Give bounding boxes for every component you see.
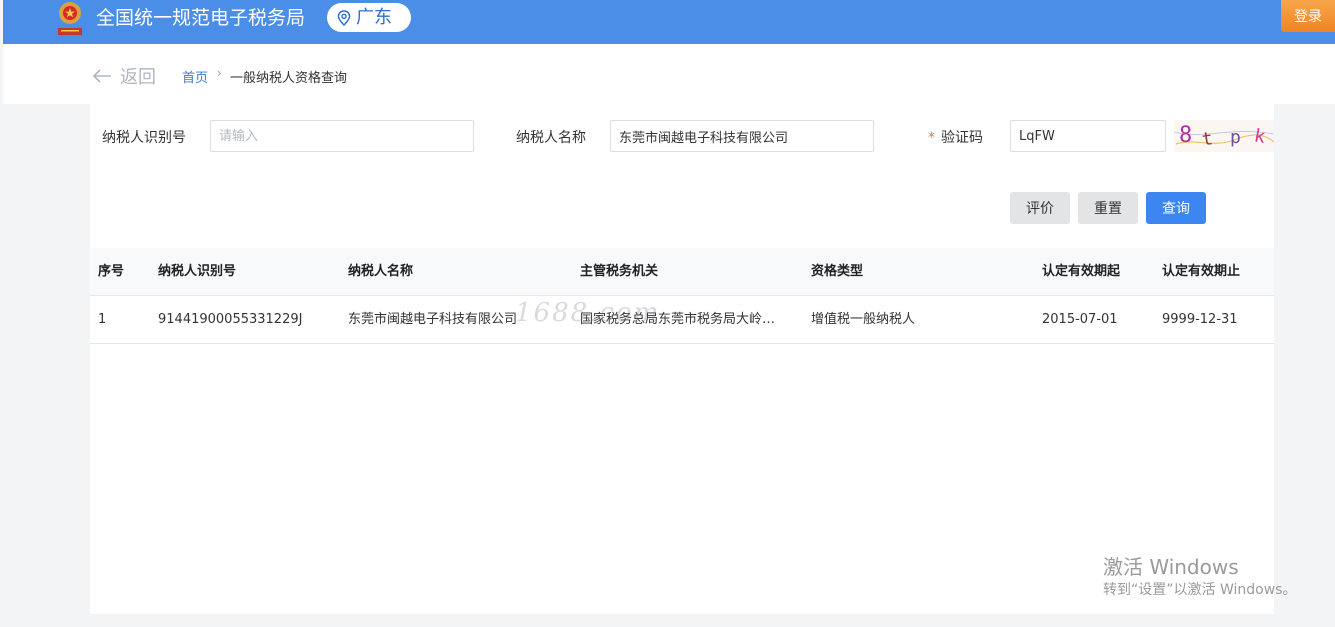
- cell-tax-authority: 国家税务总局东莞市税务局大岭…: [580, 312, 776, 327]
- breadcrumb-current: 一般纳税人资格查询: [230, 71, 348, 86]
- windows-watermark-subtitle: 转到“设置”以激活 Windows。: [1103, 582, 1297, 598]
- cell-valid-from: 2015-07-01: [1042, 312, 1118, 327]
- table-header: 序号 纳税人识别号 纳税人名称 主管税务机关 资格类型 认定有效期起 认定有效期…: [90, 248, 1274, 296]
- back-label: 返回: [120, 67, 156, 88]
- arrow-left-icon: [92, 69, 111, 83]
- column-header-valid-from: 认定有效期起: [1042, 264, 1121, 279]
- national-emblem-icon: [53, 0, 87, 38]
- captcha-label-wrap: * 验证码: [928, 127, 983, 147]
- captcha-char: t: [1201, 128, 1215, 150]
- taxpayer-id-label: 纳税人识别号: [102, 130, 186, 146]
- taxpayer-name-label: 纳税人名称: [516, 130, 586, 146]
- column-header-taxpayer-id: 纳税人识别号: [158, 264, 237, 279]
- breadcrumb-home-link[interactable]: 首页: [182, 67, 208, 86]
- column-header-qualification-type: 资格类型: [811, 264, 864, 279]
- query-panel: 纳税人识别号 纳税人名称 * 验证码 8 t p k 评价 重置 查询 序号 纳税…: [90, 104, 1274, 614]
- required-mark: *: [928, 130, 935, 146]
- captcha-char: p: [1230, 127, 1241, 148]
- taxpayer-id-input[interactable]: [210, 120, 474, 152]
- captcha-char: k: [1253, 125, 1267, 148]
- back-button[interactable]: 返回: [92, 63, 156, 89]
- column-header-valid-to: 认定有效期止: [1162, 264, 1241, 279]
- windows-activation-watermark: 激活 Windows 转到“设置”以激活 Windows。: [1103, 555, 1296, 601]
- site-title: 全国统一规范电子税务局: [96, 7, 306, 29]
- windows-watermark-title: 激活 Windows: [1103, 555, 1239, 579]
- top-header: 全国统一规范电子税务局 广东: [3, 0, 1335, 44]
- cell-taxpayer-id: 91441900055331229J: [158, 312, 303, 327]
- column-header-tax-authority: 主管税务机关: [580, 264, 659, 279]
- column-header-taxpayer-name: 纳税人名称: [348, 264, 414, 279]
- breadcrumb-separator: ›: [217, 66, 222, 80]
- region-selector[interactable]: 广东: [327, 3, 411, 32]
- results-table: 序号 纳税人识别号 纳税人名称 主管税务机关 资格类型 认定有效期起 认定有效期…: [90, 248, 1274, 344]
- table-row[interactable]: 1 91441900055331229J 东莞市闽越电子科技有限公司 国家税务总…: [90, 296, 1274, 344]
- reset-button[interactable]: 重置: [1078, 192, 1138, 224]
- location-pin-icon: [337, 9, 351, 26]
- cell-taxpayer-name: 东莞市闽越电子科技有限公司: [348, 312, 518, 327]
- cell-index: 1: [98, 312, 107, 327]
- column-header-index: 序号: [98, 264, 125, 279]
- taxpayer-name-input[interactable]: [610, 120, 874, 152]
- captcha-image[interactable]: 8 t p k: [1174, 120, 1274, 152]
- evaluate-button[interactable]: 评价: [1010, 192, 1070, 224]
- cell-qualification-type: 增值税一般纳税人: [811, 312, 916, 327]
- cell-valid-to: 9999-12-31: [1162, 312, 1238, 327]
- captcha-input[interactable]: [1010, 120, 1166, 152]
- region-name: 广东: [356, 6, 392, 28]
- login-button[interactable]: 登录: [1281, 0, 1335, 32]
- captcha-char: 8: [1179, 123, 1192, 148]
- captcha-label: 验证码: [941, 130, 983, 146]
- breadcrumb-bar: 返回 首页 › 一般纳税人资格查询: [3, 44, 1335, 104]
- query-button[interactable]: 查询: [1146, 192, 1206, 224]
